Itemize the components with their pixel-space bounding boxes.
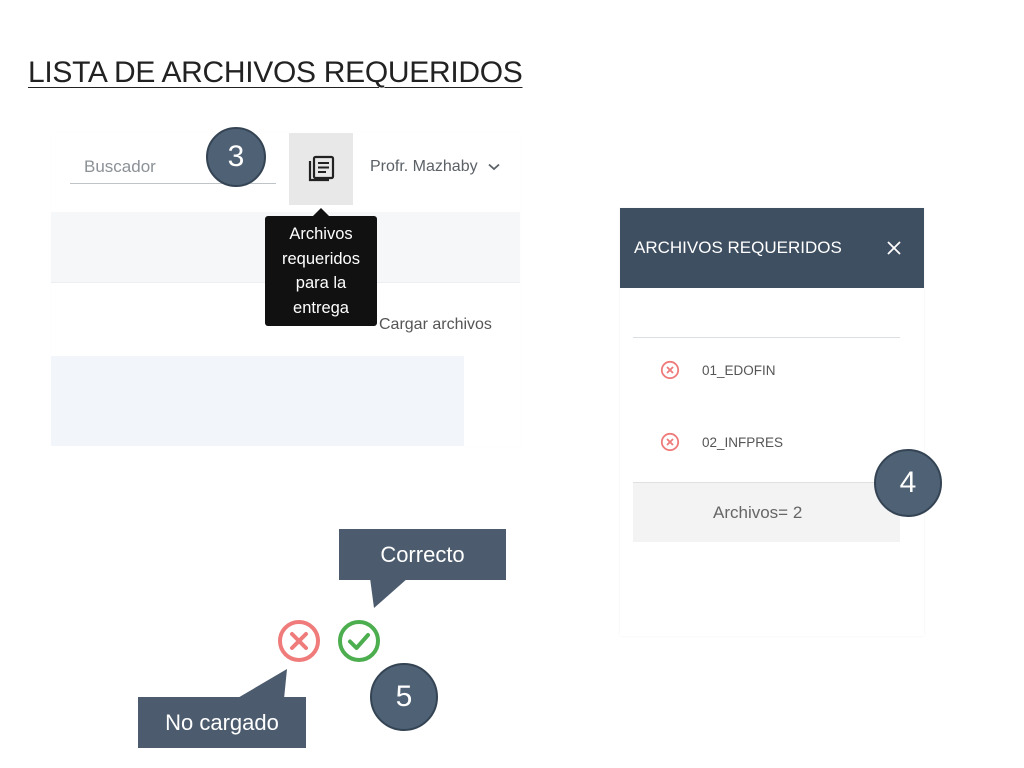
correct-callout-pointer (370, 578, 408, 608)
step-marker-5: 5 (370, 663, 438, 731)
correct-callout: Correcto (339, 529, 506, 580)
not-loaded-icon (278, 620, 320, 662)
not-loaded-callout: No cargado (138, 697, 306, 748)
callout-pointers (236, 578, 408, 699)
not-loaded-callout-pointer (236, 669, 287, 699)
correct-check-icon (338, 620, 380, 662)
